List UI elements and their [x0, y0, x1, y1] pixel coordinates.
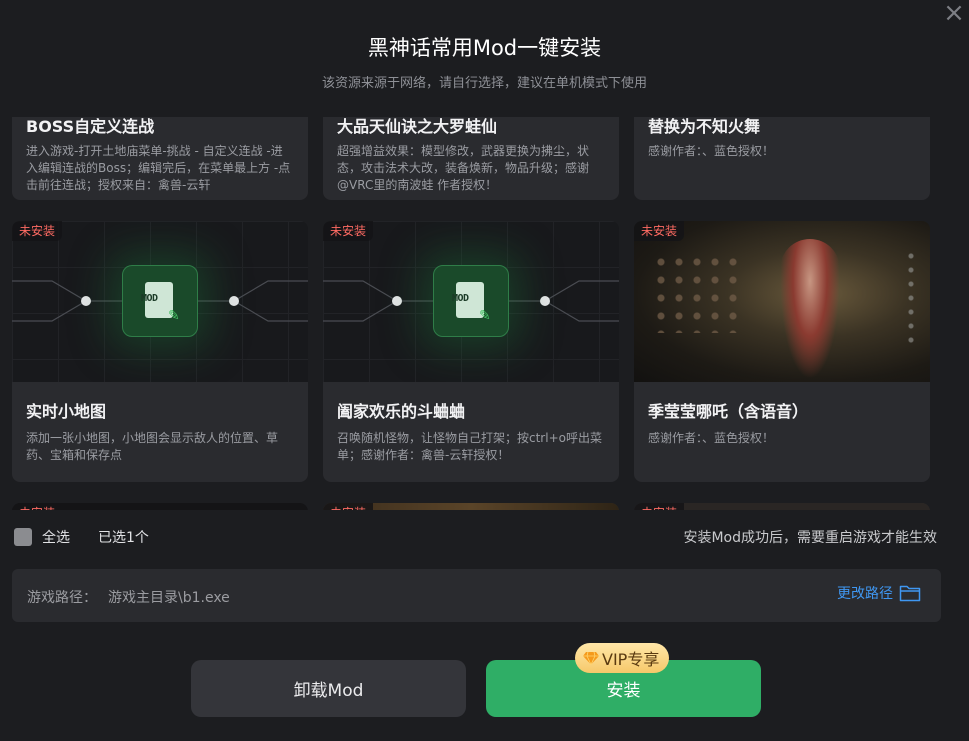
mod-thumbnail: 未安装: [634, 221, 930, 382]
mod-card[interactable]: 未安装 季莹莹哪吒（含语音） 感谢作者：、蓝色授权！: [634, 221, 930, 482]
select-all-checkbox[interactable]: [14, 528, 32, 546]
mod-card-desc: 添加一张小地图，小地图会显示敌人的位置、草药、宝箱和保存点: [26, 431, 279, 462]
close-icon[interactable]: ×: [943, 0, 965, 26]
mod-thumbnail: 未安装: [12, 503, 308, 510]
change-path-button[interactable]: 更改路径: [837, 583, 921, 603]
mod-card-name: BOSS自定义连战: [26, 117, 155, 136]
status-badge: 未安装: [323, 221, 374, 241]
dialog-subtitle: 该资源来源于网络，请自行选择，建议在单机模式下使用: [321, 76, 647, 91]
mod-card[interactable]: 替换为不知火舞 感谢作者：、蓝色授权！: [634, 117, 930, 200]
mod-card-name: 大品天仙诀之大罗蛙仙: [337, 117, 498, 136]
mod-thumbnail: 未安装: [634, 503, 930, 510]
mod-card-name: 阖家欢乐的斗蛐蛐: [337, 402, 466, 421]
selected-count: 已选1个: [98, 530, 149, 546]
mod-file-icon: MOD ✎: [122, 265, 198, 337]
mod-card-desc: 进入游戏-打开土地庙菜单-挑战 - 自定义连战 -进入编辑连战的Boss；编辑完…: [26, 144, 291, 192]
game-path-bar: 游戏路径： 游戏主目录\b1.exe 更改路径: [12, 569, 941, 622]
mod-file-icon: MOD ✎: [433, 265, 509, 337]
mod-card-grid: BOSS自定义连战 进入游戏-打开土地庙菜单-挑战 - 自定义连战 -进入编辑连…: [12, 117, 932, 510]
character-figure: [780, 239, 840, 379]
mod-card-name: 季莹莹哪吒（含语音）: [648, 402, 809, 421]
mod-card-desc: 感谢作者：、蓝色授权！: [648, 144, 775, 158]
uninstall-mod-button[interactable]: 卸载Mod: [191, 660, 466, 717]
mod-card[interactable]: 未安装: [634, 503, 930, 510]
mod-card-desc: 召唤随机怪物，让怪物自己打架；按ctrl+o呼出菜单；感谢作者：禽兽-云轩授权！: [337, 431, 602, 462]
selection-row: 全选 已选1个: [14, 527, 149, 547]
vip-label: VIP专享: [602, 650, 660, 669]
game-path-label: 游戏路径：: [27, 590, 97, 606]
mod-card[interactable]: 未安装: [12, 503, 308, 510]
select-all-label[interactable]: 全选: [42, 527, 70, 547]
mod-card[interactable]: 大品天仙诀之大罗蛙仙 超强增益效果：模型修改，武器更换为拂尘，状态，攻击法术大改…: [323, 117, 619, 200]
diamond-icon: [583, 651, 599, 665]
dialog-title: 黑神话常用Mod一键安装: [367, 36, 602, 60]
mod-card[interactable]: BOSS自定义连战 进入游戏-打开土地庙菜单-挑战 - 自定义连战 -进入编辑连…: [12, 117, 308, 200]
mod-thumbnail: 未安装 MOD ✎: [323, 221, 619, 382]
folder-icon: [899, 585, 921, 602]
mod-thumbnail: 未安装: [323, 503, 619, 510]
mod-card[interactable]: 未安装 MOD ✎ 实时小地图 添加一张小地图，小地图会显示敌人的位置、草药、宝…: [12, 221, 308, 482]
status-badge: 未安装: [634, 221, 685, 241]
mod-card[interactable]: 未安装: [323, 503, 619, 510]
mod-card[interactable]: 未安装 MOD ✎ 阖家欢乐的斗蛐蛐 召唤随机怪物，让怪物自己打架；按ctrl+…: [323, 221, 619, 482]
status-badge: 未安装: [634, 503, 685, 510]
status-badge: 未安装: [12, 221, 63, 241]
status-badge: 未安装: [323, 503, 374, 510]
change-path-label: 更改路径: [837, 586, 893, 602]
mod-card-name: 替换为不知火舞: [648, 117, 761, 136]
mod-card-name: 实时小地图: [26, 402, 107, 421]
mod-thumbnail: 未安装 MOD ✎: [12, 221, 308, 382]
game-path-value: 游戏主目录\b1.exe: [108, 590, 230, 606]
vip-badge: VIP专享: [575, 643, 670, 673]
restart-hint: 安装Mod成功后，需要重启游戏才能生效: [683, 530, 937, 546]
status-badge: 未安装: [12, 503, 63, 510]
mod-card-desc: 超强增益效果：模型修改，武器更换为拂尘，状态，攻击法术大改，装备焕新，物品升级；…: [337, 144, 590, 192]
mod-card-desc: 感谢作者：、蓝色授权！: [648, 431, 775, 445]
